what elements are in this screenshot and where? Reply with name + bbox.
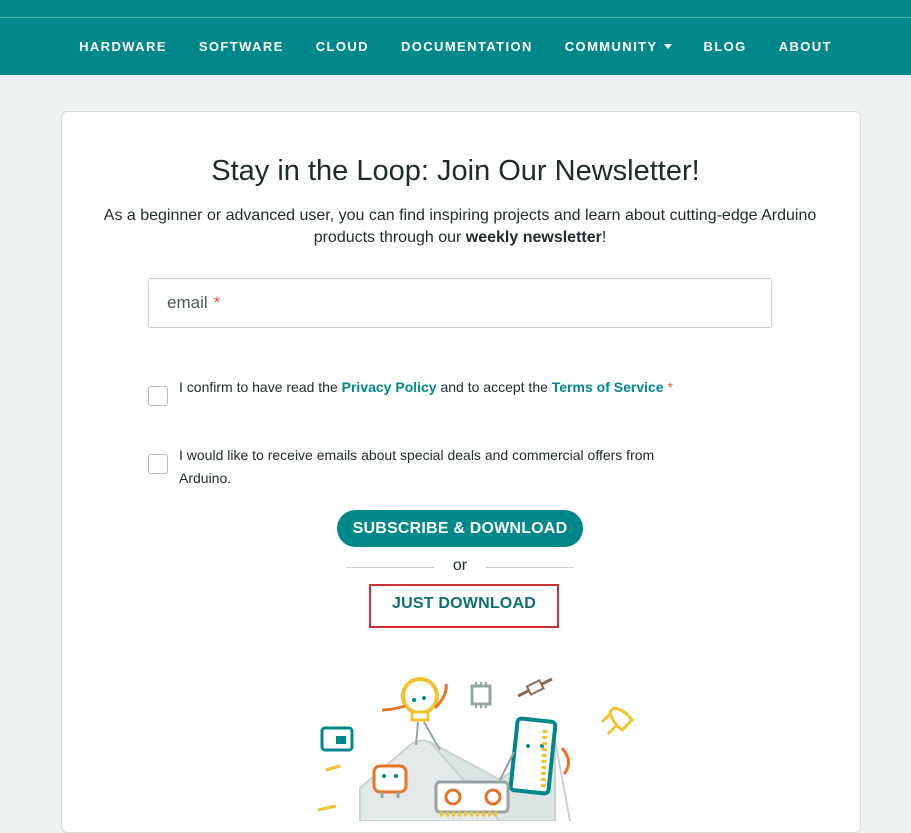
robot-neck — [410, 710, 430, 722]
email-field[interactable]: email * — [148, 278, 772, 328]
board-eye — [526, 744, 530, 748]
offers-consent-text: I would like to receive emails about spe… — [179, 447, 655, 486]
strip-board-dot — [484, 788, 502, 806]
newsletter-illustration — [317, 677, 634, 821]
robot-head-icon — [401, 677, 439, 715]
robot-eye — [422, 696, 426, 700]
nav-item-hardware[interactable]: HARDWARE — [63, 39, 183, 54]
separator-line — [486, 567, 574, 568]
board-icon — [508, 716, 558, 796]
terms-of-service-link[interactable]: Terms of Service — [552, 379, 664, 395]
newsletter-title: Stay in the Loop: Join Our Newsletter! — [211, 155, 700, 187]
or-text: or — [452, 557, 468, 574]
small-robot-eye — [382, 774, 386, 778]
offers-consent-row: I would like to receive emails about spe… — [148, 444, 699, 490]
privacy-consent-row: I confirm to have read the Privacy Polic… — [148, 376, 699, 406]
privacy-policy-link[interactable]: Privacy Policy — [342, 379, 437, 395]
nav-item-label: BLOG — [703, 39, 747, 54]
nav-item-label: COMMUNITY — [564, 39, 658, 54]
subscribe-download-button[interactable]: SUBSCRIBE & DOWNLOAD — [337, 510, 583, 547]
robot-eye — [412, 698, 416, 702]
board-arm — [560, 747, 570, 775]
intro-text: As a beginner or advanced user, you can … — [103, 207, 817, 246]
chip-icon — [470, 684, 492, 706]
nav-item-label: ABOUT — [778, 39, 832, 54]
nav-item-label: SOFTWARE — [198, 39, 284, 54]
nav-item-label: HARDWARE — [79, 39, 167, 54]
intro-bold-text: weekly newsletter — [465, 229, 602, 246]
nav-item-label: CLOUD — [315, 39, 369, 54]
nav-item-blog[interactable]: BLOG — [688, 39, 763, 54]
nav-item-documentation[interactable]: DOCUMENTATION — [385, 39, 549, 54]
small-robot-eye — [394, 774, 398, 778]
required-mark: * — [667, 379, 673, 395]
robot-arm — [381, 704, 406, 712]
required-mark: * — [213, 293, 221, 312]
spark-lines — [317, 764, 341, 812]
intro-suffix: ! — [601, 229, 607, 246]
top-navigation-bar: HARDWARE SOFTWARE CLOUD DOCUMENTATION CO… — [0, 0, 911, 75]
small-robot-icon — [372, 764, 408, 794]
privacy-consent-checkbox[interactable] — [148, 386, 168, 406]
nav-item-label: DOCUMENTATION — [400, 39, 533, 54]
nav-item-cloud[interactable]: CLOUD — [300, 39, 385, 54]
consent-text: and to accept the — [436, 379, 552, 395]
nav-menu: HARDWARE SOFTWARE CLOUD DOCUMENTATION CO… — [0, 18, 911, 75]
chevron-down-icon — [663, 44, 672, 49]
just-download-link[interactable]: JUST DOWNLOAD — [369, 584, 559, 628]
strip-board-dot — [444, 788, 462, 806]
consent-text: I confirm to have read the — [179, 379, 342, 395]
nav-item-about[interactable]: ABOUT — [763, 39, 848, 54]
resistor-body — [525, 678, 545, 696]
newsletter-intro: As a beginner or advanced user, you can … — [100, 205, 820, 249]
card-chip — [336, 736, 346, 744]
or-separator: or — [346, 556, 574, 578]
email-placeholder: email — [167, 293, 208, 312]
privacy-consent-text: I confirm to have read the Privacy Polic… — [179, 376, 699, 399]
nav-item-community[interactable]: COMMUNITY — [549, 39, 688, 54]
offers-consent-checkbox[interactable] — [148, 454, 168, 474]
nav-item-software[interactable]: SOFTWARE — [183, 39, 300, 54]
